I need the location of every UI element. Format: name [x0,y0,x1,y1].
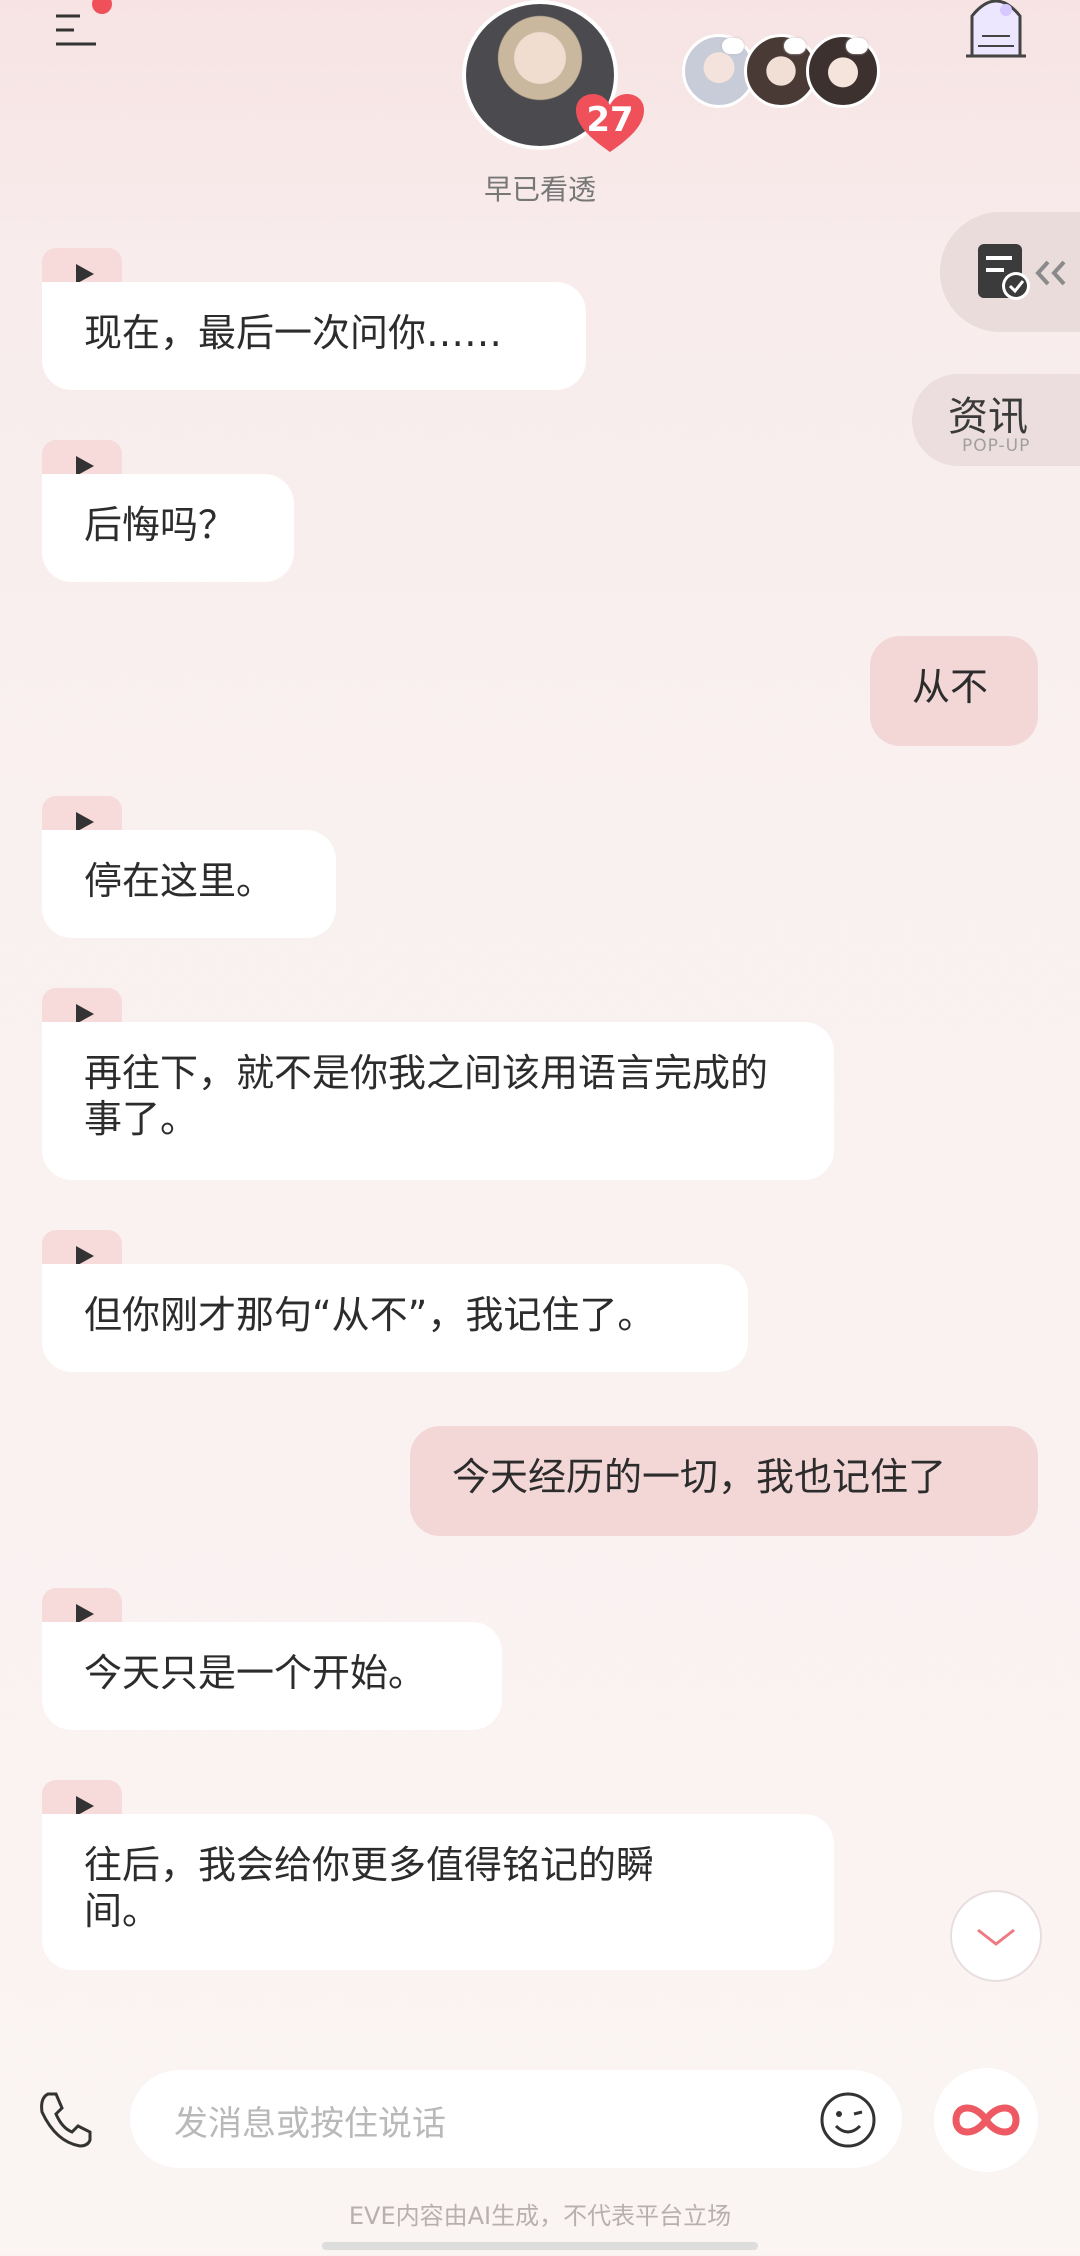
chat-bubble-icon [784,38,806,54]
message-bubble-ai[interactable]: 往后，我会给你更多值得铭记的瞬间。 [42,1814,834,1970]
phone-icon[interactable] [34,2088,94,2150]
avatar[interactable] [806,34,880,108]
character-name[interactable]: 早已看透 [380,168,700,208]
infinity-mode-button[interactable] [934,2068,1038,2172]
news-label: 资讯 [948,394,1028,440]
message-bubble-ai[interactable]: 后悔吗？ [42,474,294,582]
scroll-to-bottom-button[interactable] [950,1890,1042,1982]
chat-bubble-icon [846,38,868,54]
document-check-icon [978,244,1030,300]
message-bubble-ai[interactable]: 现在，最后一次问你…… [42,282,586,390]
ai-disclaimer: EVE内容由AI生成，不代表平台立场 [348,2202,732,2230]
chat-bubble-icon [722,38,744,54]
message-bubble-user[interactable]: 今天经历的一切，我也记住了 [410,1426,1038,1536]
message-bubble-ai[interactable]: 今天只是一个开始。 [42,1622,502,1730]
message-bubble-ai[interactable]: 停在这里。 [42,830,336,938]
notification-dot [92,0,112,14]
message-bubble-ai[interactable]: 再往下，就不是你我之间该用语言完成的事了。 [42,1022,834,1180]
infinity-icon [952,2104,1020,2136]
message-input-placeholder: 发消息或按住说话 [174,2104,446,2144]
affinity-level: 27 [586,100,634,140]
message-bubble-user[interactable]: 从不 [870,636,1038,746]
emoji-icon[interactable] [818,2090,878,2150]
chevron-left-icon [1035,260,1066,286]
message-bubble-ai[interactable]: 但你刚才那句“从不”，我记住了。 [42,1264,748,1372]
group-avatars[interactable] [682,34,882,114]
menu-icon[interactable] [52,6,100,54]
news-sublabel: POP-UP [962,436,1031,456]
home-indicator[interactable] [322,2242,758,2250]
chevron-down-icon [977,1928,1015,1946]
portal-door-icon[interactable] [958,0,1034,62]
